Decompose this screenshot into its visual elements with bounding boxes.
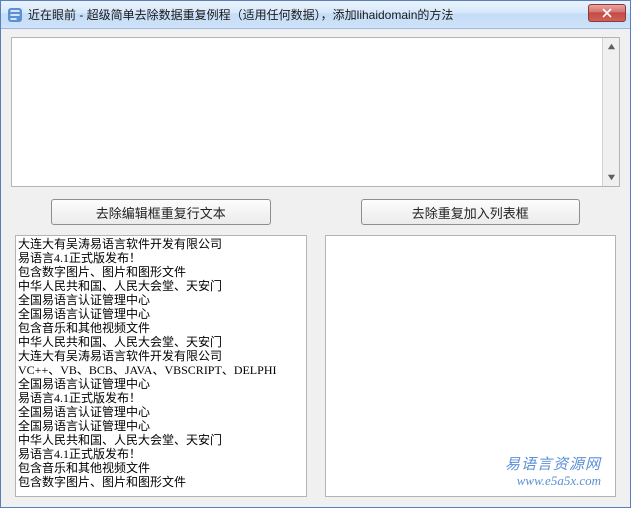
scroll-up-icon[interactable]: [603, 38, 619, 55]
list-item[interactable]: 中华人民共和国、人民大会堂、天安门: [18, 433, 304, 447]
lists-row: 大连大有吴涛易语言软件开发有限公司易语言4.1正式版发布！包含数字图片、图片和图…: [11, 235, 620, 497]
list-item[interactable]: 全国易语言认证管理中心: [18, 405, 304, 419]
client-area: 去除编辑框重复行文本 去除重复加入列表框 大连大有吴涛易语言软件开发有限公司易语…: [1, 29, 630, 507]
list-item[interactable]: 中华人民共和国、人民大会堂、天安门: [18, 335, 304, 349]
scroll-track[interactable]: [603, 55, 619, 169]
edit-scrollbar[interactable]: [602, 38, 619, 186]
main-window: 近在眼前 - 超级简单去除数据重复例程（适用任何数据），添加lihaidomai…: [0, 0, 631, 508]
list-item[interactable]: 包含音乐和其他视频文件: [18, 321, 304, 335]
list-item[interactable]: 中华人民共和国、人民大会堂、天安门: [18, 279, 304, 293]
list-item[interactable]: 全国易语言认证管理中心: [18, 293, 304, 307]
watermark-line1: 易语言资源网: [505, 458, 601, 472]
close-icon: [602, 8, 612, 18]
close-button[interactable]: [588, 4, 626, 22]
window-title: 近在眼前 - 超级简单去除数据重复例程（适用任何数据），添加lihaidomai…: [28, 6, 453, 23]
app-icon: [7, 7, 23, 23]
result-listbox[interactable]: 易语言资源网 www.e5a5x.com: [325, 235, 617, 497]
list-item[interactable]: 易语言4.1正式版发布！: [18, 391, 304, 405]
list-item[interactable]: 大连大有吴涛易语言软件开发有限公司: [18, 349, 304, 363]
list-item[interactable]: 易语言4.1正式版发布！: [18, 251, 304, 265]
dedupe-list-button[interactable]: 去除重复加入列表框: [361, 199, 581, 225]
watermark: 易语言资源网 www.e5a5x.com: [505, 458, 601, 488]
dedupe-edit-button[interactable]: 去除编辑框重复行文本: [51, 199, 271, 225]
list-item[interactable]: VC++、VB、BCB、JAVA、VBSCRIPT、DELPHI: [18, 363, 304, 377]
list-item[interactable]: 包含音乐和其他视频文件: [18, 461, 304, 475]
button-row: 去除编辑框重复行文本 去除重复加入列表框: [51, 199, 580, 225]
edit-box[interactable]: [11, 37, 620, 187]
title-bar[interactable]: 近在眼前 - 超级简单去除数据重复例程（适用任何数据），添加lihaidomai…: [1, 1, 630, 29]
list-item[interactable]: 包含数字图片、图片和图形文件: [18, 475, 304, 489]
list-item[interactable]: 全国易语言认证管理中心: [18, 419, 304, 433]
list-item[interactable]: 包含数字图片、图片和图形文件: [18, 265, 304, 279]
watermark-line2: www.e5a5x.com: [505, 474, 601, 488]
scroll-down-icon[interactable]: [603, 169, 619, 186]
list-item[interactable]: 易语言4.1正式版发布！: [18, 447, 304, 461]
source-listbox[interactable]: 大连大有吴涛易语言软件开发有限公司易语言4.1正式版发布！包含数字图片、图片和图…: [15, 235, 307, 497]
list-item[interactable]: 全国易语言认证管理中心: [18, 377, 304, 391]
list-item[interactable]: 大连大有吴涛易语言软件开发有限公司: [18, 237, 304, 251]
list-item[interactable]: 全国易语言认证管理中心: [18, 307, 304, 321]
